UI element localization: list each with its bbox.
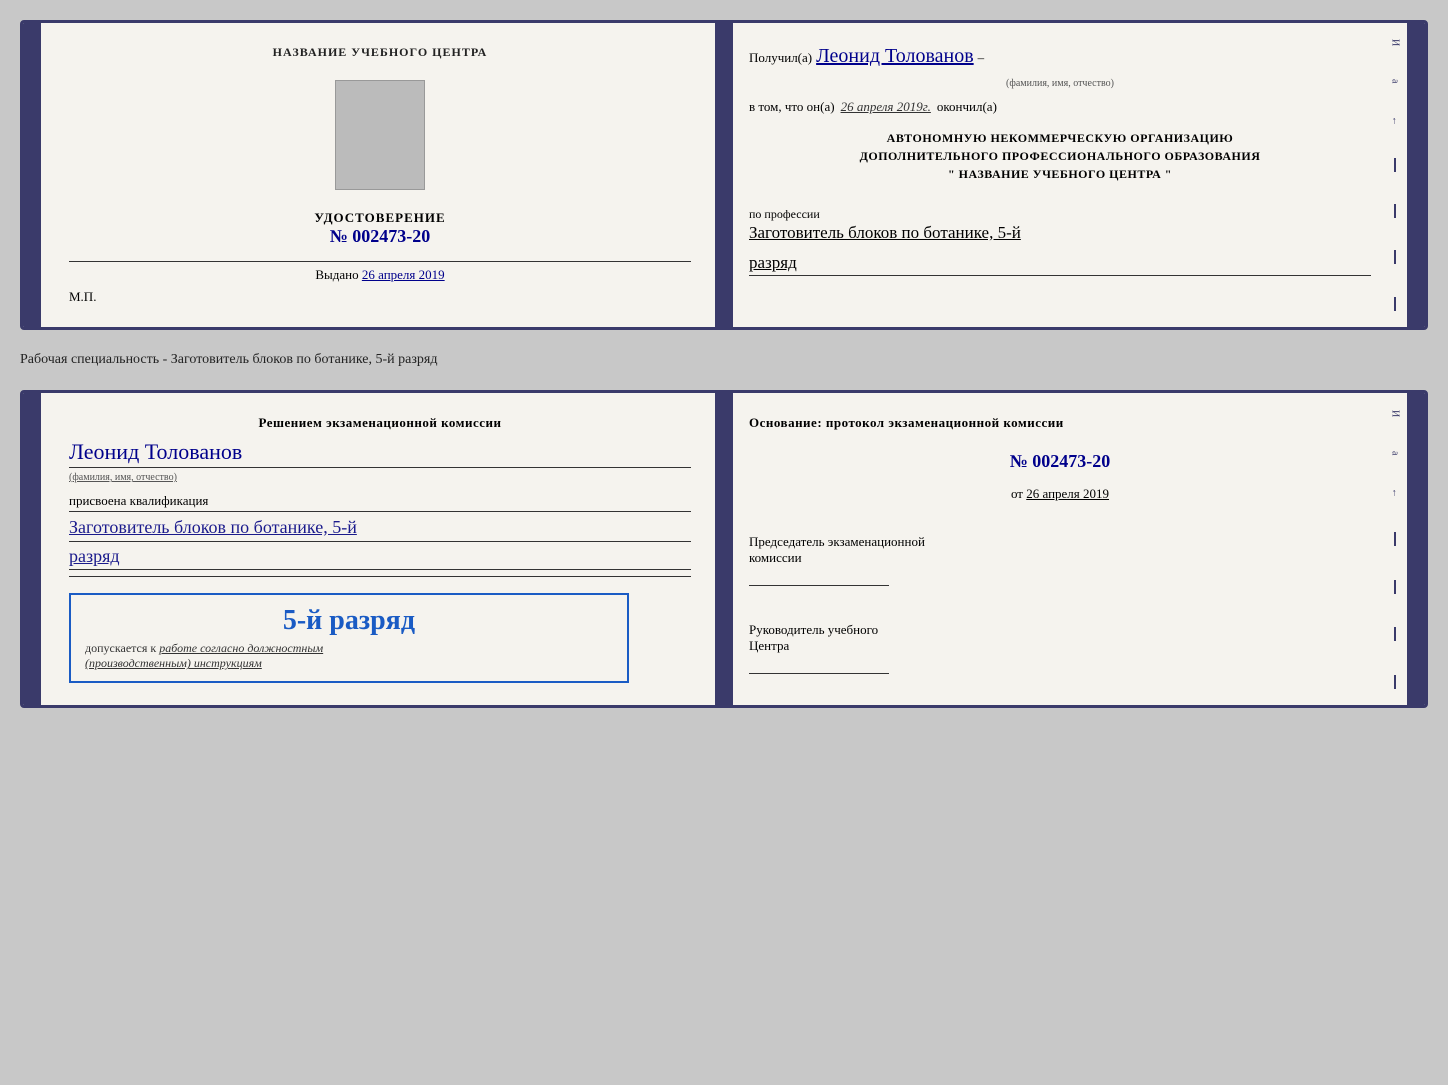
issued-prefix: Выдано — [315, 267, 358, 282]
mark2-dash2 — [1394, 580, 1396, 594]
date-value: 26 апреля 2019г. — [841, 99, 931, 115]
head-block: Руководитель учебного Центра — [749, 622, 1371, 680]
mark-i: И — [1390, 39, 1401, 46]
right-marks-1: И а ← — [1389, 23, 1401, 327]
razryad-value-1: разряд — [749, 253, 797, 272]
mark-dash3 — [1394, 250, 1396, 264]
profession-block: по профессии Заготовитель блоков по бота… — [749, 205, 1371, 243]
head-sign-line — [749, 660, 889, 674]
received-prefix: Получил(а) — [749, 50, 812, 66]
razryad-block-1: разряд — [749, 253, 1371, 280]
qualif-value: Заготовитель блоков по ботанике, 5-й — [69, 516, 357, 539]
stamp-prefix: допускается к — [85, 641, 156, 655]
between-label: Рабочая специальность - Заготовитель бло… — [20, 348, 1428, 372]
certificate-card-1: НАЗВАНИЕ УЧЕБНОГО ЦЕНТРА УДОСТОВЕРЕНИЕ №… — [20, 20, 1428, 330]
card1-left: НАЗВАНИЕ УЧЕБНОГО ЦЕНТРА УДОСТОВЕРЕНИЕ №… — [41, 23, 721, 327]
head-line2: Центра — [749, 638, 1371, 654]
mark2-dash3 — [1394, 627, 1396, 641]
mark2-a: а — [1390, 451, 1401, 455]
page-wrapper: НАЗВАНИЕ УЧЕБНОГО ЦЕНТРА УДОСТОВЕРЕНИЕ №… — [20, 20, 1428, 708]
stamp-desc: допускается к работе согласно должностны… — [85, 641, 613, 671]
mark2-dash1 — [1394, 532, 1396, 546]
mark2-dash4 — [1394, 675, 1396, 689]
mark-arrow: ← — [1390, 116, 1401, 126]
received-line: Получил(а) Леонид Толованов – — [749, 45, 1371, 68]
cert-number: № 002473-20 — [314, 226, 445, 247]
protocol-num: № 002473-20 — [749, 451, 1371, 472]
profession-prefix: по профессии — [749, 207, 820, 221]
date-line: в том, что он(а) 26 апреля 2019г. окончи… — [749, 99, 1371, 115]
stamp-underline: работе согласно должностным — [159, 641, 323, 655]
ot-prefix: от — [1011, 486, 1023, 501]
card1-right: Получил(а) Леонид Толованов – (фамилия, … — [721, 23, 1407, 327]
chairman-line2: комиссии — [749, 550, 1371, 566]
chairman-line1: Председатель экзаменационной — [749, 534, 1371, 550]
mark-a: а — [1390, 79, 1401, 83]
commission-header: Решением экзаменационной комиссии — [69, 415, 691, 431]
chairman-sign-line — [749, 572, 889, 586]
school-name-label: НАЗВАНИЕ УЧЕБНОГО ЦЕНТРА — [273, 45, 488, 60]
org-line3: " НАЗВАНИЕ УЧЕБНОГО ЦЕНТРА " — [749, 165, 1371, 183]
date-prefix: в том, что он(а) — [749, 99, 835, 115]
chairman-block: Председатель экзаменационной комиссии — [749, 534, 1371, 592]
razryad-2: разряд — [69, 546, 120, 567]
right-marks-2: И а ← — [1389, 393, 1401, 705]
dash-1: – — [978, 50, 985, 66]
mark-dash2 — [1394, 204, 1396, 218]
card2-left: Решением экзаменационной комиссии Леонид… — [41, 393, 721, 705]
certificate-card-2: Решением экзаменационной комиссии Леонид… — [20, 390, 1428, 708]
person-name-1: Леонид Толованов — [816, 45, 974, 68]
photo-placeholder — [335, 80, 425, 190]
ot-line: от 26 апреля 2019 — [749, 486, 1371, 502]
head-line1: Руководитель учебного — [749, 622, 1371, 638]
card2-right: Основание: протокол экзаменационной коми… — [721, 393, 1407, 705]
mark-dash4 — [1394, 297, 1396, 311]
mark2-i: И — [1390, 410, 1401, 417]
right-stripe-1 — [1407, 23, 1425, 327]
left-stripe-2 — [23, 393, 41, 705]
right-stripe-2 — [1407, 393, 1425, 705]
stamp-italic: (производственным) инструкциям — [85, 656, 262, 670]
issued-line: Выдано 26 апреля 2019 — [69, 267, 691, 283]
person-name-2: Леонид Толованов — [69, 439, 242, 465]
cert-title: УДОСТОВЕРЕНИЕ — [314, 210, 445, 226]
org-line2: ДОПОЛНИТЕЛЬНОГО ПРОФЕССИОНАЛЬНОГО ОБРАЗО… — [749, 147, 1371, 165]
finished-label: окончил(а) — [937, 99, 997, 115]
left-stripe-1 — [23, 23, 41, 327]
mark-dash1 — [1394, 158, 1396, 172]
osnov-line: Основание: протокол экзаменационной коми… — [749, 415, 1371, 431]
person-sublabel-2: (фамилия, имя, отчество) — [69, 472, 177, 483]
org-block: АВТОНОМНУЮ НЕКОММЕРЧЕСКУЮ ОРГАНИЗАЦИЮ ДО… — [749, 129, 1371, 183]
mp-label: М.П. — [69, 289, 96, 305]
org-line1: АВТОНОМНУЮ НЕКОММЕРЧЕСКУЮ ОРГАНИЗАЦИЮ — [749, 129, 1371, 147]
qualif-label: присвоена квалификация — [69, 493, 208, 509]
ot-date: 26 апреля 2019 — [1026, 486, 1109, 501]
cert-number-block: УДОСТОВЕРЕНИЕ № 002473-20 — [314, 210, 445, 247]
issued-date: 26 апреля 2019 — [362, 267, 445, 282]
stamp-box: 5-й разряд допускается к работе согласно… — [69, 593, 629, 683]
stamp-rank: 5-й разряд — [85, 605, 613, 637]
person-sublabel-1: (фамилия, имя, отчество) — [749, 78, 1371, 89]
profession-value: Заготовитель блоков по ботанике, 5-й — [749, 223, 1371, 243]
mark2-arrow: ← — [1390, 488, 1401, 498]
